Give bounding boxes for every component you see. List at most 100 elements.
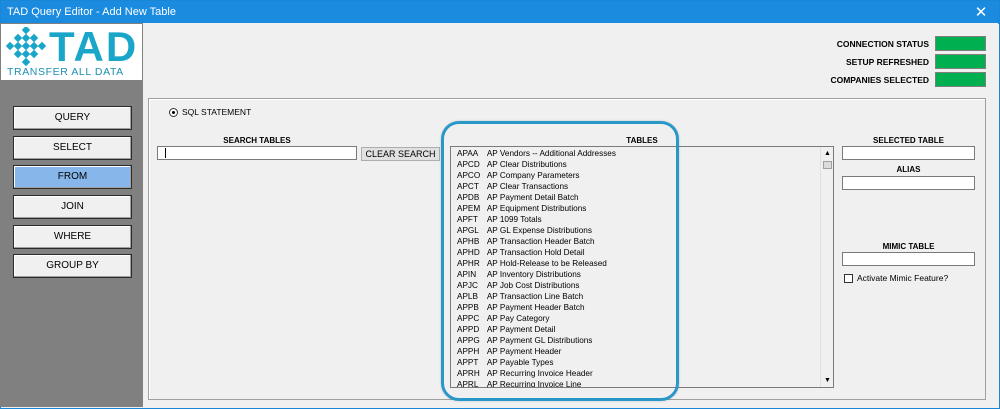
table-description: AP Company Parameters xyxy=(486,171,580,180)
tables-label: TABLES xyxy=(626,136,658,145)
table-description: AP Recurring Invoice Line xyxy=(486,380,582,388)
table-list-item[interactable]: APAA AP Vendors -- Additional Addresses xyxy=(457,148,819,159)
table-list-item[interactable]: APPC AP Pay Category xyxy=(457,313,819,324)
title-bar: TAD Query Editor - Add New Table ✕ xyxy=(1,1,999,24)
table-code: APRH xyxy=(457,369,480,378)
table-list-item[interactable]: APJC AP Job Cost Distributions xyxy=(457,280,819,291)
tables-scrollbar[interactable]: ▲ ▼ xyxy=(820,147,833,387)
table-list-item[interactable]: APPD AP Payment Detail xyxy=(457,324,819,335)
table-description: AP Clear Distributions xyxy=(486,160,567,169)
alias-label: ALIAS xyxy=(896,165,921,174)
mimic-table-label: MIMIC TABLE xyxy=(882,242,935,251)
table-code: APLB xyxy=(457,292,478,301)
mimic-table-input[interactable] xyxy=(842,252,975,266)
table-description: AP 1099 Totals xyxy=(486,215,542,224)
table-code: APAA xyxy=(457,149,479,158)
table-list-item[interactable]: APRH AP Recurring Invoice Header xyxy=(457,368,819,379)
table-description: AP Transaction Line Batch xyxy=(486,292,584,301)
table-description: AP Payment Detail Batch xyxy=(486,193,579,202)
table-description: AP Hold-Release to be Released xyxy=(486,259,607,268)
table-description: AP Payment Detail xyxy=(486,325,556,334)
table-code: APHR xyxy=(457,259,480,268)
connection-status-label: CONNECTION STATUS xyxy=(836,39,929,49)
table-list-item[interactable]: APCO AP Company Parameters xyxy=(457,170,819,181)
alias-input[interactable] xyxy=(842,176,975,190)
search-tables-label: SEARCH TABLES xyxy=(223,136,291,145)
table-list-item[interactable]: APPG AP Payment GL Distributions xyxy=(457,335,819,346)
clear-search-button[interactable]: CLEAR SEARCH xyxy=(361,147,440,161)
nav-select-button[interactable]: SELECT xyxy=(13,136,132,160)
table-code: APPB xyxy=(457,303,479,312)
selected-table-label: SELECTED TABLE xyxy=(873,136,944,145)
table-code: APPT xyxy=(457,358,479,367)
table-list-item[interactable]: APHB AP Transaction Header Batch xyxy=(457,236,819,247)
table-list-item[interactable]: APRL AP Recurring Invoice Line xyxy=(457,379,819,388)
table-description: AP Inventory Distributions xyxy=(486,270,581,279)
search-tables-input[interactable] xyxy=(157,146,357,160)
activate-mimic-label: Activate Mimic Feature? xyxy=(857,273,949,283)
scroll-thumb[interactable] xyxy=(823,161,832,169)
nav-from-button[interactable]: FROM xyxy=(13,165,132,189)
table-code: APGL xyxy=(457,226,479,235)
activate-mimic-checkbox[interactable] xyxy=(844,274,853,283)
table-code: APIN xyxy=(457,270,477,279)
tables-listbox[interactable]: APAA AP Vendors -- Additional Addresses A… xyxy=(450,146,834,388)
table-description: AP Job Cost Distributions xyxy=(486,281,580,290)
table-code: APCD xyxy=(457,160,480,169)
table-list-item[interactable]: APDB AP Payment Detail Batch xyxy=(457,192,819,203)
companies-selected-label: COMPANIES SELECTED xyxy=(830,75,929,85)
table-code: APFT xyxy=(457,215,478,224)
setup-refreshed-label: SETUP REFRESHED xyxy=(846,57,929,67)
nav-join-button[interactable]: JOIN xyxy=(13,195,132,219)
selected-table-input[interactable] xyxy=(842,146,975,160)
table-list-item[interactable]: APPT AP Payable Types xyxy=(457,357,819,368)
table-description: AP GL Expense Distributions xyxy=(486,226,592,235)
table-code: APDB xyxy=(457,193,480,202)
table-list-item[interactable]: APFT AP 1099 Totals xyxy=(457,214,819,225)
text-caret xyxy=(165,148,166,158)
table-description: AP Recurring Invoice Header xyxy=(486,369,593,378)
table-list-item[interactable]: APIN AP Inventory Distributions xyxy=(457,269,819,280)
table-list-item[interactable]: APPB AP Payment Header Batch xyxy=(457,302,819,313)
table-description: AP Payment Header Batch xyxy=(486,303,585,312)
tad-logo: TAD TRANSFER ALL DATA xyxy=(1,24,142,80)
table-list-item[interactable]: APPH AP Payment Header xyxy=(457,346,819,357)
scroll-up-icon[interactable]: ▲ xyxy=(822,148,833,159)
table-code: APPC xyxy=(457,314,480,323)
table-code: APEM xyxy=(457,204,481,213)
table-code: APPH xyxy=(457,347,480,356)
nav-query-button[interactable]: QUERY xyxy=(13,106,132,130)
table-list-item[interactable]: APHD AP Transaction Hold Detail xyxy=(457,247,819,258)
table-description: AP Payable Types xyxy=(486,358,554,367)
window-title: TAD Query Editor - Add New Table xyxy=(7,6,176,18)
table-code: APPD xyxy=(457,325,480,334)
table-list-item[interactable]: APCD AP Clear Distributions xyxy=(457,159,819,170)
table-list-item[interactable]: APHR AP Hold-Release to be Released xyxy=(457,258,819,269)
table-description: AP Payment GL Distributions xyxy=(486,336,593,345)
logo-text: TAD xyxy=(49,23,139,70)
close-icon[interactable]: ✕ xyxy=(969,1,993,24)
table-description: AP Pay Category xyxy=(486,314,550,323)
table-code: APHD xyxy=(457,248,480,257)
nav-where-button[interactable]: WHERE xyxy=(13,225,132,249)
scroll-down-icon[interactable]: ▼ xyxy=(822,375,833,386)
table-code: APRL xyxy=(457,380,479,388)
table-description: AP Transaction Hold Detail xyxy=(486,248,585,257)
connection-status-indicator xyxy=(935,36,986,51)
table-description: AP Transaction Header Batch xyxy=(486,237,595,246)
companies-selected-indicator xyxy=(935,72,986,87)
table-list-item[interactable]: APCT AP Clear Transactions xyxy=(457,181,819,192)
table-list-item[interactable]: APEM AP Equipment Distributions xyxy=(457,203,819,214)
table-list-item[interactable]: APLB AP Transaction Line Batch xyxy=(457,291,819,302)
table-code: APCT xyxy=(457,182,479,191)
table-list-item[interactable]: APGL AP GL Expense Distributions xyxy=(457,225,819,236)
table-description: AP Clear Transactions xyxy=(486,182,569,191)
table-code: APHB xyxy=(457,237,480,246)
table-code: APCO xyxy=(457,171,481,180)
sql-statement-radio[interactable] xyxy=(169,108,178,117)
logo-subtext: TRANSFER ALL DATA xyxy=(7,66,124,78)
table-description: AP Payment Header xyxy=(486,347,562,356)
table-description: AP Equipment Distributions xyxy=(486,204,587,213)
nav-group-by-button[interactable]: GROUP BY xyxy=(13,254,132,278)
table-code: APJC xyxy=(457,281,478,290)
